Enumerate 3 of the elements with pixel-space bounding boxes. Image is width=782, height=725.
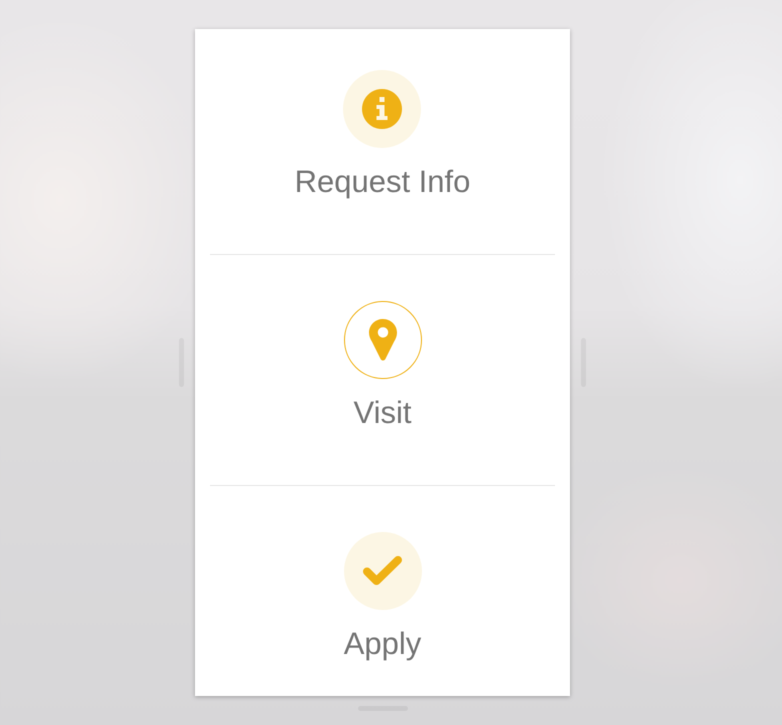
action-button[interactable]: Apply (344, 532, 422, 662)
action-button[interactable]: Request Info (294, 70, 470, 200)
action-button[interactable]: Visit (344, 301, 422, 431)
